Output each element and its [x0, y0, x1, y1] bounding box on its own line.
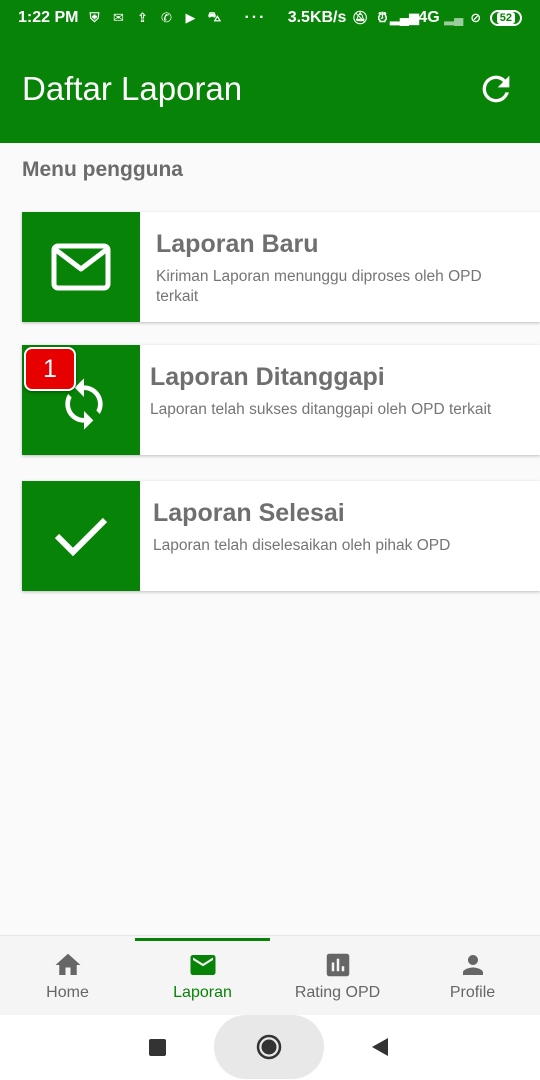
nav-label: Laporan — [173, 983, 232, 1001]
card-icon-box: 1 — [22, 345, 140, 455]
person-icon — [462, 954, 483, 975]
app-bar: Daftar Laporan — [0, 35, 540, 143]
chart-icon — [326, 953, 349, 976]
nav-item-rating-opd[interactable]: Rating OPD — [270, 936, 405, 1015]
system-navigation-bar — [0, 1015, 540, 1080]
back-button[interactable] — [370, 1037, 390, 1057]
mute-icon: 🔕︎ — [352, 9, 369, 25]
mail-icon: ✉ — [113, 9, 124, 25]
bottom-navigation: Home Laporan Rating OPD Profile — [0, 935, 540, 1015]
nav-item-profile[interactable]: Profile — [405, 936, 540, 1015]
card-title: Laporan Baru — [156, 230, 319, 258]
more-notifications-icon: ··· — [244, 8, 267, 26]
card-laporan-ditanggapi[interactable]: 1 Laporan Ditanggapi Laporan telah sukse… — [22, 345, 540, 455]
card-laporan-selesai[interactable]: Laporan Selesai Laporan telah diselesaik… — [22, 481, 540, 591]
network-speed: 3.5KB/s — [287, 8, 347, 26]
nav-label: Home — [46, 983, 89, 1001]
card-description: Laporan telah diselesaikan oleh pihak OP… — [153, 537, 451, 554]
back-triangle-icon — [372, 1038, 388, 1056]
section-title: Menu pengguna — [22, 158, 183, 181]
status-bar: 1:22 PM ⛨ ✉ ⇪ ✆ ▶ ⛍ ··· 3.5KB/s 🔕︎ ⏰︎ ▂▄… — [0, 0, 540, 35]
youtube-icon: ▶ — [185, 9, 196, 25]
network-type: 4G — [418, 8, 440, 26]
status-time: 1:22 PM — [18, 8, 79, 26]
shopping-icon: ⛍ — [207, 8, 222, 24]
card-icon-box — [22, 481, 140, 591]
signal-icon: ▂▄▆ — [389, 9, 420, 25]
card-laporan-baru[interactable]: Laporan Baru Kiriman Laporan menunggu di… — [22, 212, 540, 322]
page-title: Daftar Laporan — [22, 70, 243, 107]
refresh-icon — [482, 75, 510, 103]
card-title: Laporan Ditanggapi — [150, 363, 385, 391]
battery-indicator: 52 — [489, 9, 522, 26]
upload-icon: ⇪ — [137, 9, 148, 25]
signal-2-icon: ▂▄ — [444, 9, 464, 25]
mail-icon — [190, 954, 215, 975]
nav-label: Rating OPD — [294, 983, 381, 1001]
square-icon — [148, 1038, 166, 1056]
check-icon — [54, 517, 108, 557]
circle-icon — [256, 1034, 282, 1060]
card-title: Laporan Selesai — [153, 499, 345, 527]
shield-icon: ⛨ — [89, 9, 100, 25]
alarm-icon: ⏰︎ — [377, 9, 388, 25]
wifi-off-icon: ⊘ — [470, 9, 482, 25]
recents-button[interactable] — [148, 1038, 166, 1056]
notification-badge: 1 — [24, 347, 76, 391]
card-description: Laporan telah sukses ditanggapi oleh OPD… — [150, 401, 492, 418]
card-description: Kiriman Laporan menunggu diproses oleh O… — [156, 268, 482, 305]
nav-item-laporan[interactable]: Laporan — [135, 936, 270, 1015]
nav-item-home[interactable]: Home — [0, 936, 135, 1015]
refresh-button[interactable] — [474, 67, 518, 111]
home-icon — [55, 953, 80, 975]
mail-icon — [51, 243, 111, 291]
nav-label: Profile — [449, 983, 496, 1001]
home-button[interactable] — [214, 1015, 324, 1079]
whatsapp-icon: ✆ — [161, 9, 172, 25]
card-icon-box — [22, 212, 140, 322]
